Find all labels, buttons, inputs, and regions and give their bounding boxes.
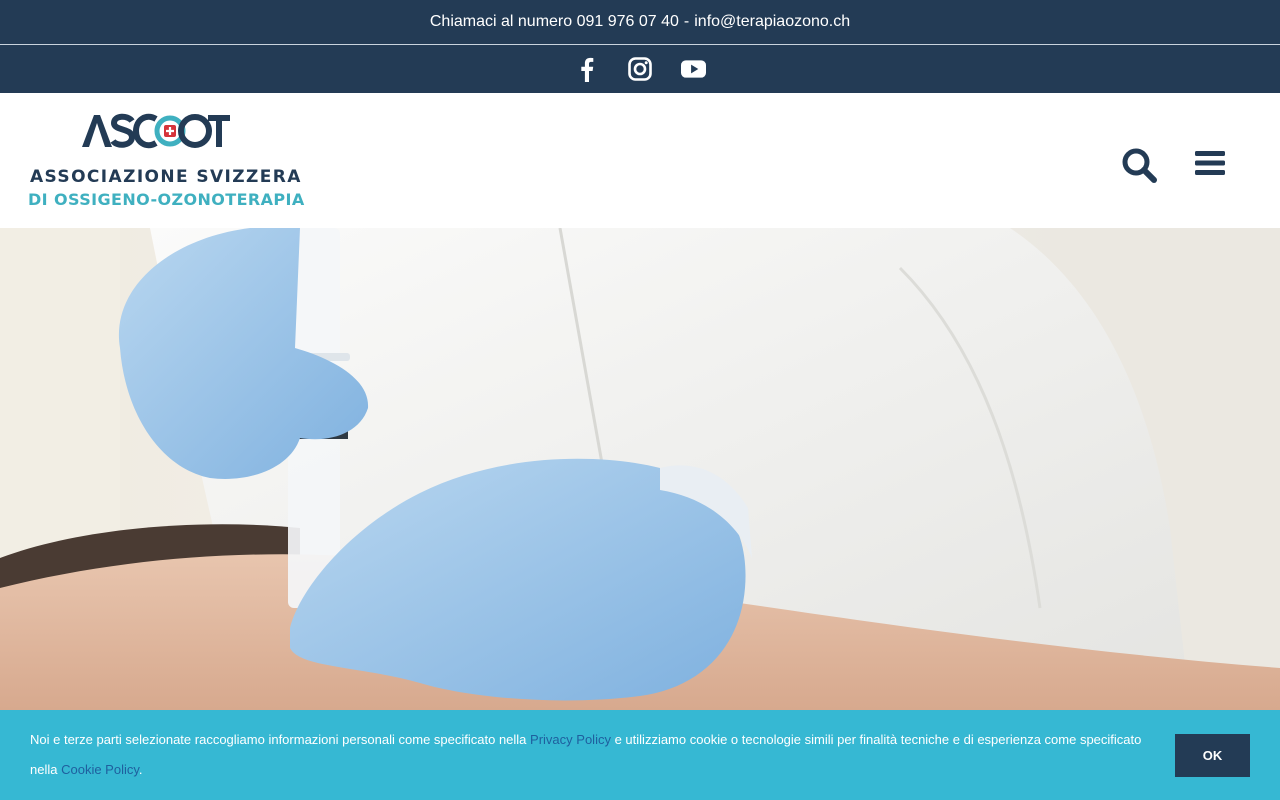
privacy-policy-link[interactable]: Privacy Policy: [530, 732, 611, 747]
logo[interactable]: ASSOCIAZIONE SVIZZERA DI OSSIGENO-OZONOT…: [28, 111, 308, 211]
logo-line1: ASSOCIAZIONE SVIZZERA: [30, 167, 302, 187]
facebook-icon[interactable]: [575, 57, 600, 82]
youtube-icon[interactable]: [680, 57, 706, 82]
logo-mark: [82, 113, 230, 149]
ok-button[interactable]: OK: [1175, 734, 1250, 777]
hero-image: [0, 228, 1280, 710]
cookie-text-before: Noi e terze parti selezionate raccogliam…: [30, 732, 527, 747]
logo-line2: DI OSSIGENO-OZONOTERAPIA: [28, 190, 305, 209]
separator: -: [683, 13, 690, 30]
cookie-policy-link[interactable]: Cookie Policy: [61, 762, 139, 777]
hamburger-menu-icon[interactable]: [1193, 148, 1227, 178]
cookie-banner: Noi e terze parti selezionate raccogliam…: [0, 710, 1280, 800]
top-contact-bar: Chiamaci al numero 091 976 07 40 - info@…: [0, 0, 1280, 44]
search-icon[interactable]: [1120, 146, 1158, 184]
phone-text[interactable]: Chiamaci al numero 091 976 07 40: [430, 13, 679, 31]
instagram-icon[interactable]: [628, 57, 653, 82]
site-header: ASSOCIAZIONE SVIZZERA DI OSSIGENO-OZONOT…: [0, 93, 1280, 228]
cookie-text: Noi e terze parti selezionate raccogliam…: [30, 725, 1160, 785]
email-link[interactable]: info@terapiaozono.ch: [694, 13, 850, 31]
social-bar: [0, 45, 1280, 93]
cookie-text-end: .: [138, 762, 143, 777]
